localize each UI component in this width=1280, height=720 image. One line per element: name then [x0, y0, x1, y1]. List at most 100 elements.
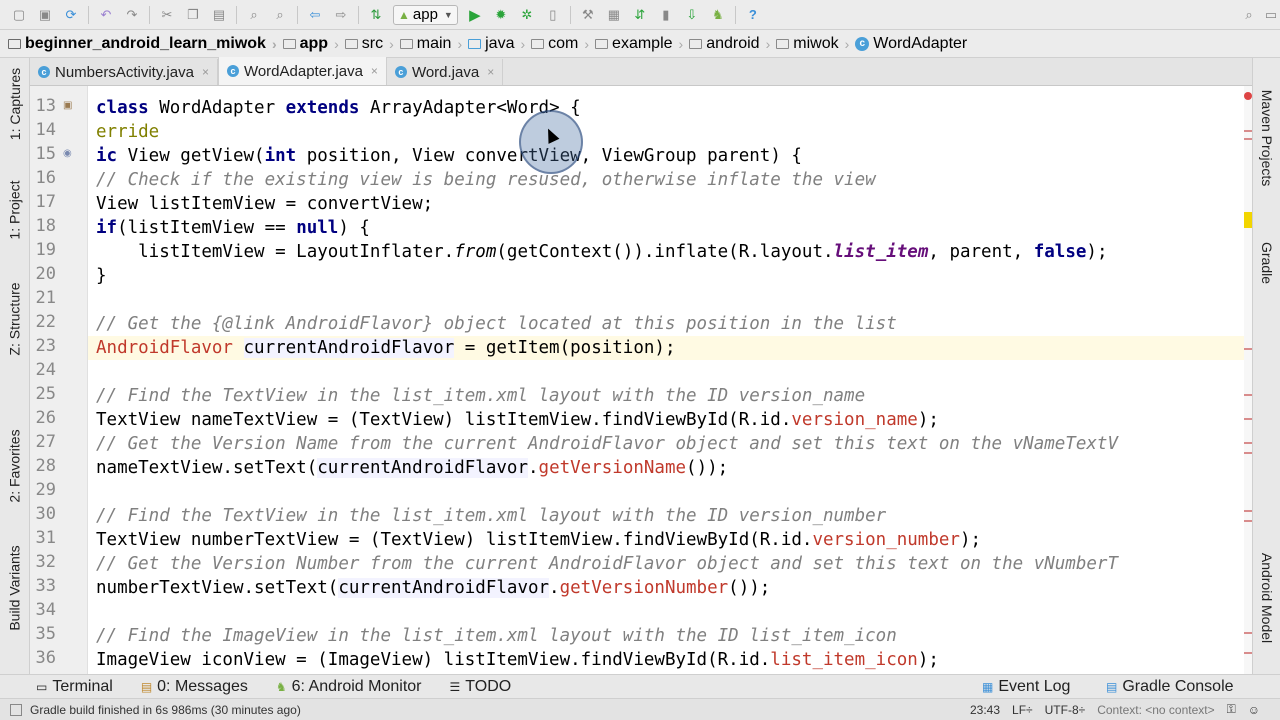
- settings-icon[interactable]: ⚒: [579, 6, 597, 24]
- paste-icon[interactable]: ▤: [210, 6, 228, 24]
- breadcrumb-item[interactable]: com ›: [531, 35, 595, 53]
- run-configuration-select[interactable]: ▲ app ▼: [393, 4, 458, 25]
- breadcrumb-item[interactable]: miwok ›: [776, 35, 855, 53]
- stripe-mark[interactable]: [1244, 138, 1252, 140]
- stripe-mark[interactable]: [1244, 130, 1252, 132]
- code-line: erride: [96, 122, 160, 142]
- code-editor[interactable]: class WordAdapter extends ArrayAdapter<W…: [88, 86, 1244, 674]
- lock-icon[interactable]: ⚿: [1227, 702, 1236, 717]
- run-configuration-label: app: [412, 6, 438, 23]
- close-icon[interactable]: ×: [487, 65, 494, 79]
- avd-manager-icon[interactable]: ▮: [657, 6, 675, 24]
- attach-debugger-icon[interactable]: ✲: [518, 6, 536, 24]
- close-icon[interactable]: ×: [371, 64, 378, 78]
- tool-tab-event-log[interactable]: ▦ Event Log: [982, 678, 1070, 696]
- replace-icon[interactable]: ⌕: [271, 6, 289, 24]
- breadcrumb-item[interactable]: src ›: [344, 35, 400, 53]
- caret-position[interactable]: 23:43: [970, 703, 1000, 717]
- android-icon: ♞: [275, 679, 287, 694]
- event-log-icon[interactable]: ▭: [1262, 6, 1280, 24]
- tab-word-adapter[interactable]: c WordAdapter.java ×: [217, 57, 387, 85]
- copy-icon[interactable]: ❐: [184, 6, 202, 24]
- editor-gutter[interactable]: 13 14 15 16 17 18 19 20 21 22 23 24 25 2…: [30, 86, 88, 674]
- stripe-mark[interactable]: [1244, 520, 1252, 522]
- tool-tab-project[interactable]: 1: Project: [0, 170, 30, 250]
- editor-tabs: c NumbersActivity.java × c WordAdapter.java…: [30, 57, 1252, 86]
- find-icon[interactable]: ⌕: [245, 6, 263, 24]
- breadcrumb-item[interactable]: beginner_android_learn_miwok ›: [8, 35, 283, 53]
- chevron-right-icon: ›: [584, 35, 590, 52]
- stripe-mark[interactable]: [1244, 632, 1252, 634]
- breadcrumb-item[interactable]: c WordAdapter: [855, 35, 967, 53]
- tab-word[interactable]: c Word.java ×: [387, 59, 504, 85]
- line-number: 19: [35, 240, 56, 260]
- folder-icon: [531, 38, 545, 49]
- file-encoding[interactable]: UTF-8÷: [1045, 703, 1086, 717]
- override-marker-icon[interactable]: ◉: [63, 148, 72, 159]
- breadcrumb-item[interactable]: example ›: [595, 35, 689, 53]
- tool-tab-todo[interactable]: ☰ TODO: [450, 678, 512, 696]
- stripe-mark[interactable]: [1244, 394, 1252, 396]
- line-separator[interactable]: LF÷: [1012, 703, 1033, 717]
- line-number: 21: [35, 288, 56, 308]
- stripe-warning-mark[interactable]: [1244, 212, 1252, 228]
- tool-tab-gradle-console[interactable]: ▤ Gradle Console: [1106, 678, 1234, 696]
- code-line: }: [96, 266, 107, 286]
- breadcrumb-item[interactable]: java ›: [468, 35, 531, 53]
- help-icon[interactable]: ?: [744, 6, 762, 24]
- tool-tab-structure[interactable]: Z: Structure: [0, 264, 30, 374]
- open-icon[interactable]: ▢: [10, 6, 28, 24]
- line-number: 23: [35, 336, 56, 356]
- save-all-icon[interactable]: ▣: [36, 6, 54, 24]
- code-line: TextView numberTextView = (TextView) lis…: [96, 530, 982, 550]
- tool-tab-gradle[interactable]: Gradle: [1253, 228, 1280, 298]
- stripe-mark[interactable]: [1244, 652, 1252, 654]
- stripe-mark[interactable]: [1244, 452, 1252, 454]
- chevron-right-icon: ›: [457, 35, 463, 52]
- undo-icon[interactable]: ↶: [97, 6, 115, 24]
- tab-numbers-activity[interactable]: c NumbersActivity.java ×: [30, 59, 218, 85]
- run-icon[interactable]: ▶: [466, 6, 484, 24]
- sdk-manager-icon[interactable]: ⇩: [683, 6, 701, 24]
- tool-tab-favorites[interactable]: 2: Favorites: [0, 416, 30, 516]
- tool-tab-build-variants[interactable]: Build Variants: [0, 528, 30, 648]
- error-stripe[interactable]: [1244, 86, 1252, 674]
- sync-gradle-icon[interactable]: ⇵: [631, 6, 649, 24]
- chevron-right-icon: ›: [334, 35, 339, 52]
- toggle-tool-windows-icon[interactable]: [10, 703, 22, 716]
- device-icon[interactable]: ▯: [544, 6, 562, 24]
- error-indicator-icon[interactable]: [1244, 92, 1252, 100]
- stripe-mark[interactable]: [1244, 348, 1252, 350]
- back-icon[interactable]: ⇦: [306, 6, 324, 24]
- search-everywhere-icon[interactable]: ⌕: [1240, 6, 1258, 24]
- cut-icon[interactable]: ✂: [158, 6, 176, 24]
- tool-tab-captures[interactable]: 1: Captures: [0, 64, 30, 144]
- tool-tab-maven-projects[interactable]: Maven Projects: [1253, 68, 1280, 208]
- implements-marker-icon[interactable]: ▣: [63, 100, 72, 111]
- breadcrumb-item[interactable]: app ›: [282, 35, 345, 53]
- redo-icon[interactable]: ↷: [123, 6, 141, 24]
- forward-icon[interactable]: ⇨: [332, 6, 350, 24]
- make-icon[interactable]: ⇅: [367, 6, 385, 24]
- chevron-right-icon: ›: [389, 35, 394, 52]
- android-device-icon[interactable]: ♞: [709, 6, 727, 24]
- line-number: 14: [35, 120, 56, 140]
- debug-icon[interactable]: ✹: [492, 6, 510, 24]
- status-message[interactable]: Gradle build finished in 6s 986ms (30 mi…: [30, 703, 301, 717]
- tool-tab-android-monitor[interactable]: ♞ 6: Android Monitor: [276, 678, 422, 696]
- close-icon[interactable]: ×: [202, 65, 209, 79]
- inspector-icon[interactable]: ☺: [1248, 703, 1260, 717]
- breadcrumb-item[interactable]: android ›: [689, 35, 776, 53]
- stripe-mark[interactable]: [1244, 510, 1252, 512]
- stripe-mark[interactable]: [1244, 418, 1252, 420]
- breadcrumb-item[interactable]: main ›: [399, 35, 468, 53]
- tool-tab-android-model[interactable]: Android Model: [1253, 538, 1280, 658]
- project-structure-icon[interactable]: ▦: [605, 6, 623, 24]
- sync-icon[interactable]: ⟳: [62, 6, 80, 24]
- tool-tab-terminal[interactable]: ▭ Terminal: [36, 678, 113, 696]
- stripe-mark[interactable]: [1244, 442, 1252, 444]
- tool-tab-messages[interactable]: ▤ 0: Messages: [141, 678, 248, 696]
- context-indicator[interactable]: Context: <no context>: [1097, 703, 1214, 717]
